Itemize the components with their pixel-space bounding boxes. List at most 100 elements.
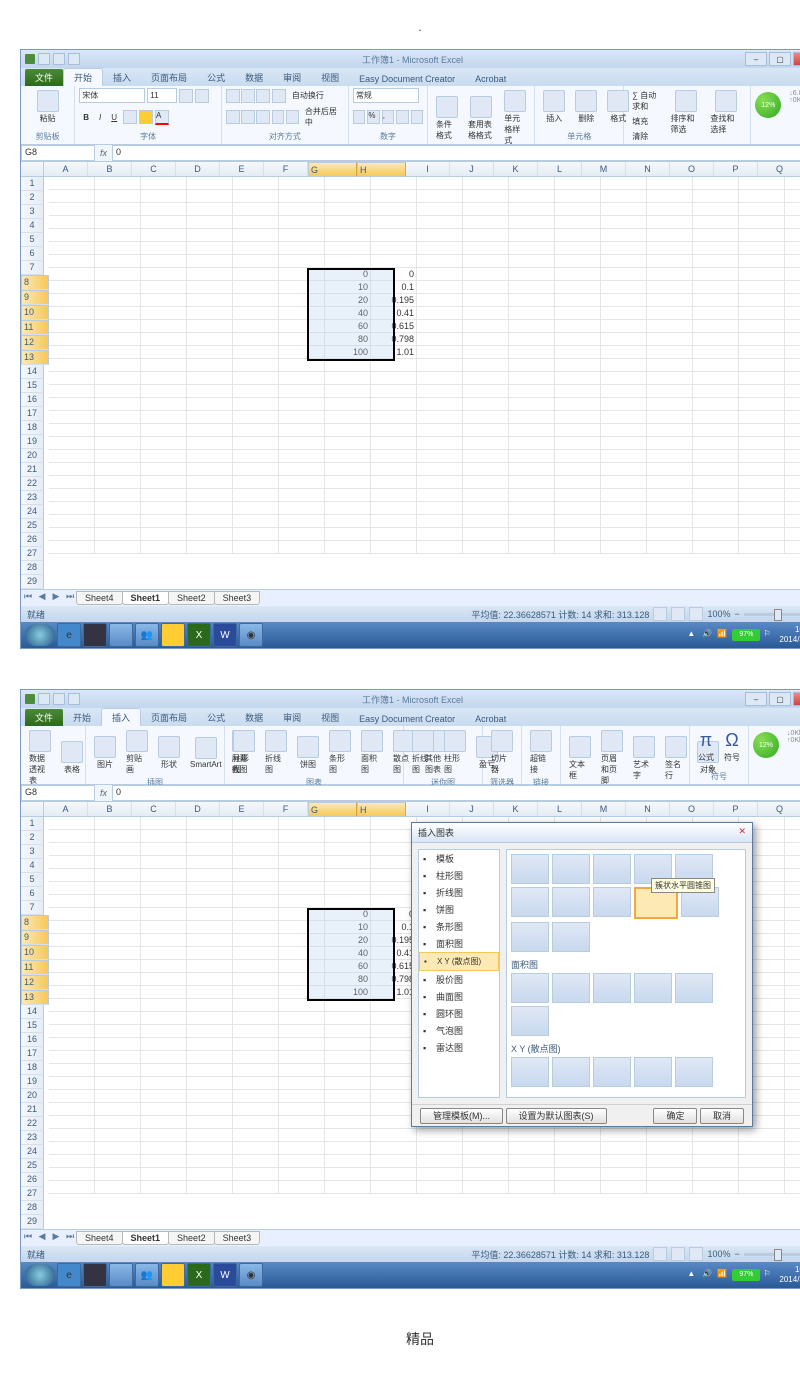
cell-C18[interactable] bbox=[141, 1038, 187, 1051]
cell-Q5[interactable] bbox=[785, 869, 800, 882]
cell-Q27[interactable] bbox=[785, 1155, 800, 1168]
cell-A27[interactable] bbox=[49, 515, 95, 528]
minimize-button[interactable]: – bbox=[745, 692, 767, 706]
cell-O17[interactable] bbox=[693, 385, 739, 398]
cell-E13[interactable] bbox=[233, 333, 279, 346]
cell-C7[interactable] bbox=[141, 895, 187, 908]
cell-B9[interactable] bbox=[95, 921, 141, 934]
tab-edc[interactable]: Easy Document Creator bbox=[349, 712, 465, 726]
cell-D13[interactable] bbox=[187, 973, 233, 986]
chart-category-list[interactable]: ▪模板▪柱形图▪折线图▪饼图▪条形图▪面积图▪X Y (散点图)▪股价图▪曲面图… bbox=[418, 849, 500, 1098]
col-header-H[interactable]: H bbox=[357, 162, 406, 177]
cell-J13[interactable] bbox=[463, 333, 509, 346]
cell-F10[interactable] bbox=[279, 934, 325, 947]
inc-decimal-icon[interactable] bbox=[396, 110, 408, 124]
equation-button[interactable]: π公式 bbox=[694, 728, 718, 765]
cell-L5[interactable] bbox=[555, 229, 601, 242]
chart-thumb[interactable] bbox=[511, 973, 549, 1003]
cell-B13[interactable] bbox=[95, 973, 141, 986]
cell-D20[interactable] bbox=[187, 1064, 233, 1077]
cell-C17[interactable] bbox=[141, 1025, 187, 1038]
row-header-25[interactable]: 25 bbox=[21, 1159, 44, 1173]
cell-Q16[interactable] bbox=[785, 372, 800, 385]
cell-G20[interactable] bbox=[325, 1064, 371, 1077]
cell-O23[interactable] bbox=[693, 463, 739, 476]
cell-C8[interactable] bbox=[141, 908, 187, 921]
cell-C16[interactable] bbox=[141, 372, 187, 385]
cell-G11[interactable]: 40 bbox=[325, 307, 371, 320]
cell-A2[interactable] bbox=[49, 190, 95, 203]
cell-F15[interactable] bbox=[279, 359, 325, 372]
cell-C19[interactable] bbox=[141, 1051, 187, 1064]
cell-N22[interactable] bbox=[647, 450, 693, 463]
cell-I7[interactable] bbox=[417, 255, 463, 268]
cell-L2[interactable] bbox=[555, 190, 601, 203]
cell-M12[interactable] bbox=[601, 320, 647, 333]
currency-icon[interactable] bbox=[353, 110, 365, 124]
cell-K10[interactable] bbox=[509, 294, 555, 307]
cell-H27[interactable] bbox=[371, 1155, 417, 1168]
chart-category-item[interactable]: ▪模板 bbox=[419, 850, 499, 867]
cell-B25[interactable] bbox=[95, 489, 141, 502]
cell-H14[interactable]: 1.01 bbox=[371, 346, 417, 359]
col-header-E[interactable]: E bbox=[220, 802, 264, 816]
cell-D11[interactable] bbox=[187, 947, 233, 960]
cell-B27[interactable] bbox=[95, 515, 141, 528]
row-header-1[interactable]: 1 bbox=[21, 817, 44, 831]
cell-L24[interactable] bbox=[555, 476, 601, 489]
cell-B8[interactable] bbox=[95, 908, 141, 921]
cell-C12[interactable] bbox=[141, 960, 187, 973]
cell-Q10[interactable] bbox=[785, 934, 800, 947]
cell-K5[interactable] bbox=[509, 229, 555, 242]
cell-F28[interactable] bbox=[279, 1168, 325, 1181]
dialog-close-button[interactable]: ✕ bbox=[738, 826, 746, 839]
cell-G18[interactable] bbox=[325, 1038, 371, 1051]
cell-B14[interactable] bbox=[95, 346, 141, 359]
chart-category-item[interactable]: ▪X Y (散点图) bbox=[419, 952, 499, 971]
cell-A24[interactable] bbox=[49, 1116, 95, 1129]
cell-A13[interactable] bbox=[49, 333, 95, 346]
cell-N15[interactable] bbox=[647, 359, 693, 372]
cell-A10[interactable] bbox=[49, 294, 95, 307]
cell-Q27[interactable] bbox=[785, 515, 800, 528]
cell-D15[interactable] bbox=[187, 359, 233, 372]
cell-H7[interactable] bbox=[371, 255, 417, 268]
cell-M6[interactable] bbox=[601, 242, 647, 255]
sheet-tab-sheet2[interactable]: Sheet2 bbox=[168, 591, 215, 605]
cell-K26[interactable] bbox=[509, 502, 555, 515]
col-header-C[interactable]: C bbox=[132, 162, 176, 176]
find-select-button[interactable]: 查找和选择 bbox=[706, 88, 746, 144]
cell-K29[interactable] bbox=[509, 541, 555, 554]
cell-E1[interactable] bbox=[233, 177, 279, 190]
cell-L29[interactable] bbox=[555, 541, 601, 554]
cell-F12[interactable] bbox=[279, 320, 325, 333]
row-header-13[interactable]: 13 bbox=[21, 350, 49, 365]
row-header-19[interactable]: 19 bbox=[21, 1075, 44, 1089]
cell-F12[interactable] bbox=[279, 960, 325, 973]
zoom-out-button[interactable]: − bbox=[734, 1249, 739, 1259]
col-header-A[interactable]: A bbox=[44, 162, 88, 176]
cell-L20[interactable] bbox=[555, 424, 601, 437]
cell-J7[interactable] bbox=[463, 255, 509, 268]
cell-G3[interactable] bbox=[325, 203, 371, 216]
cell-L6[interactable] bbox=[555, 242, 601, 255]
cell-Q12[interactable] bbox=[785, 960, 800, 973]
cell-C26[interactable] bbox=[141, 502, 187, 515]
cell-J15[interactable] bbox=[463, 359, 509, 372]
cell-D25[interactable] bbox=[187, 489, 233, 502]
cell-K15[interactable] bbox=[509, 359, 555, 372]
chart-category-item[interactable]: ▪气泡图 bbox=[419, 1022, 499, 1039]
cell-F2[interactable] bbox=[279, 830, 325, 843]
cell-F16[interactable] bbox=[279, 1012, 325, 1025]
table-button[interactable]: 表格 bbox=[57, 739, 87, 777]
cell-E3[interactable] bbox=[233, 203, 279, 216]
cell-D24[interactable] bbox=[187, 476, 233, 489]
cell-F27[interactable] bbox=[279, 515, 325, 528]
cell-D1[interactable] bbox=[187, 817, 233, 830]
cell-C28[interactable] bbox=[141, 1168, 187, 1181]
row-header-26[interactable]: 26 bbox=[21, 533, 44, 547]
cell-L19[interactable] bbox=[555, 411, 601, 424]
sheet-tab-sheet4[interactable]: Sheet4 bbox=[76, 591, 123, 605]
cell-D18[interactable] bbox=[187, 398, 233, 411]
cell-G5[interactable] bbox=[325, 229, 371, 242]
